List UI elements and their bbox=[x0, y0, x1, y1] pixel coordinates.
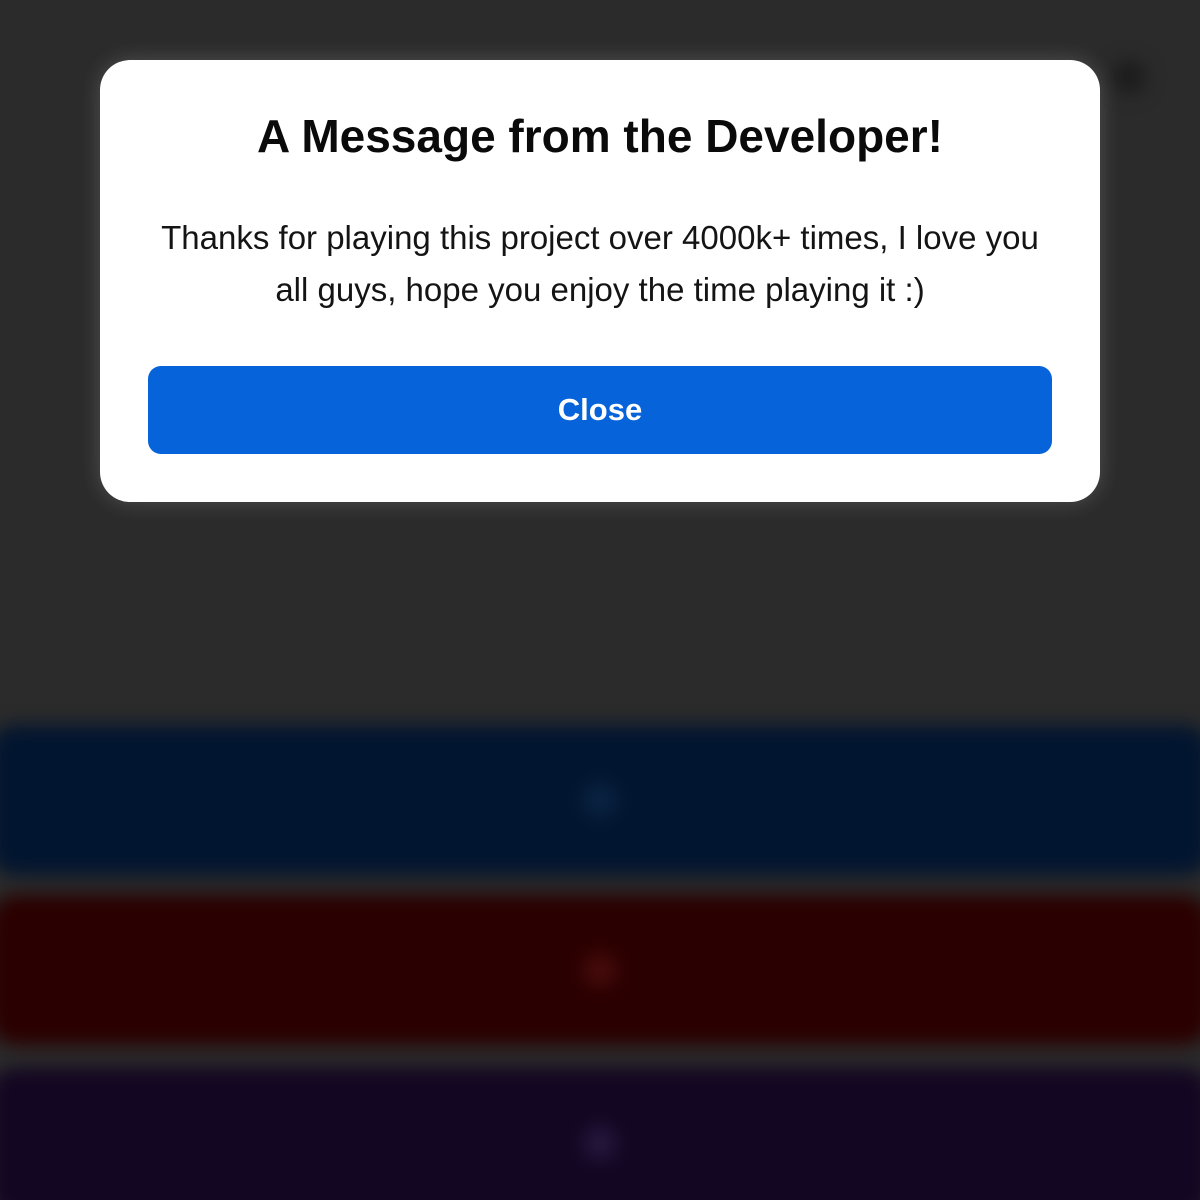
background-button-blue bbox=[0, 725, 1200, 875]
background-button-purple bbox=[0, 1068, 1200, 1200]
play-icon bbox=[583, 783, 617, 817]
dialog-title: A Message from the Developer! bbox=[257, 110, 943, 162]
close-button[interactable]: Close bbox=[148, 366, 1052, 454]
settings-icon bbox=[1112, 60, 1146, 94]
dialog-message: Thanks for playing this project over 400… bbox=[161, 219, 1039, 308]
developer-message-dialog: A Message from the Developer! Thanks for… bbox=[100, 60, 1100, 502]
app-screen: A Message from the Developer! Thanks for… bbox=[0, 0, 1200, 1200]
background-button-red bbox=[0, 895, 1200, 1045]
info-icon bbox=[583, 1126, 617, 1160]
circle-icon bbox=[583, 953, 617, 987]
